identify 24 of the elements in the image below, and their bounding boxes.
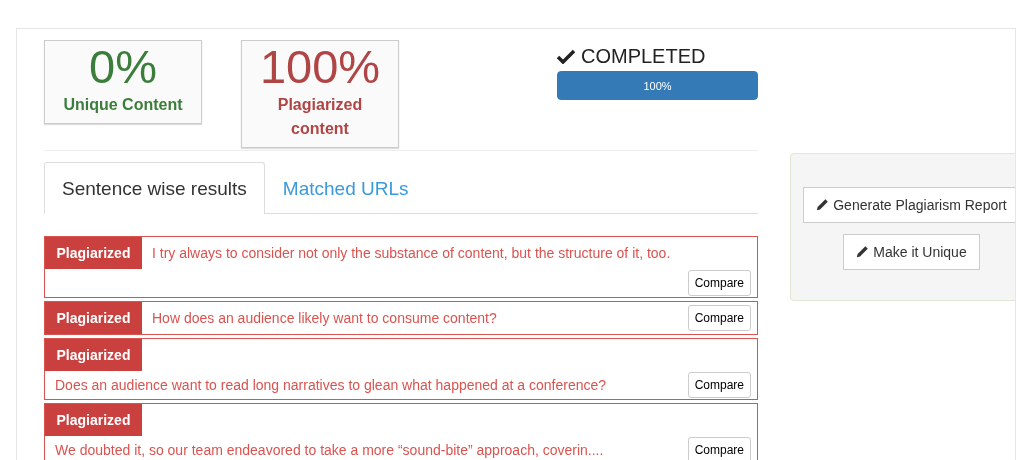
pencil-icon <box>816 198 830 211</box>
sentence-text: I try always to consider not only the substance of content, but the structure of it, too. <box>151 245 672 261</box>
tab[interactable]: Sentence wise results <box>44 162 265 214</box>
pencil-icon <box>856 245 870 258</box>
check-icon <box>557 48 575 64</box>
action-button[interactable]: Generate Plagiarism Report <box>803 187 1015 223</box>
compare-button[interactable]: Compare <box>687 372 751 398</box>
sentence-text: How does an audience likely want to consume content? <box>151 310 498 326</box>
status-badge: Plagiarized <box>45 302 142 334</box>
status-badge: Plagiarized <box>45 237 142 269</box>
status-badge: Plagiarized <box>45 339 142 371</box>
action-button[interactable]: Make it Unique <box>843 234 980 270</box>
sentence-text: We doubted it, so our team endeavored to take a more “sound-bite” approach, coverin.... <box>54 442 605 458</box>
status-label: COMPLETED <box>581 44 706 68</box>
stat-label: Plagiarized content <box>276 95 364 139</box>
sentence-text: Does an audience want to read long narratives to glean what happened at a conference? <box>54 377 608 393</box>
percentage-value: 0% <box>88 41 158 93</box>
stat-label: Unique Content <box>62 95 184 115</box>
compare-button[interactable]: Compare <box>687 270 751 296</box>
status-badge: Plagiarized <box>45 404 142 436</box>
percentage-value: 100% <box>258 41 382 93</box>
compare-button[interactable]: Compare <box>687 305 751 331</box>
compare-button[interactable]: Compare <box>687 437 751 460</box>
progress-fill: 100% <box>557 71 758 100</box>
